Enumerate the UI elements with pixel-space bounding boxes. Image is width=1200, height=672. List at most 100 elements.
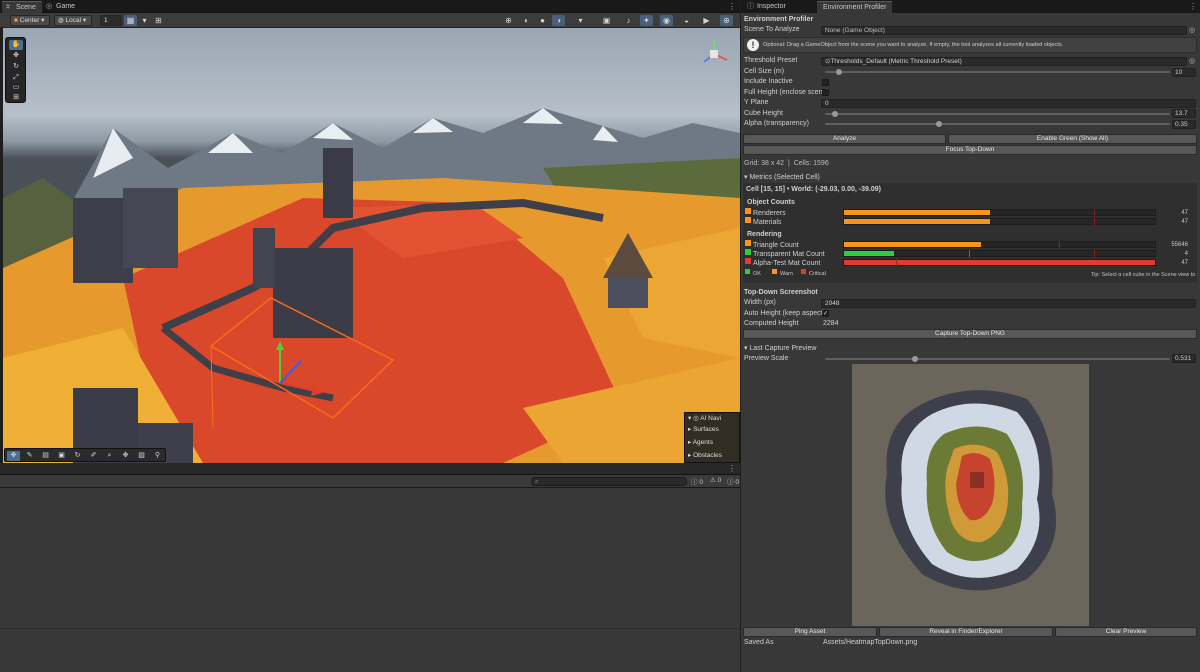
move-tool-icon[interactable]: ✥	[9, 51, 23, 61]
alpha-slider[interactable]	[825, 123, 1170, 125]
preview-scale-slider-handle[interactable]	[911, 356, 918, 362]
preview-scale-field[interactable]: 0.531	[1172, 354, 1196, 363]
grid-snap-icon[interactable]: ▦	[124, 15, 137, 26]
ai-item-agents[interactable]: ▸ Agents	[688, 438, 713, 446]
include-inactive-checkbox[interactable]	[822, 79, 829, 86]
visibility-icon[interactable]: ◉	[660, 15, 673, 26]
console-menu-icon[interactable]: ⋮	[728, 464, 736, 473]
snap-value-field[interactable]: 1	[100, 15, 122, 26]
increment-snap-icon[interactable]: ⊞	[152, 15, 165, 26]
link-icon[interactable]: ⚲	[151, 451, 164, 461]
gizmo-settings-icon[interactable]: ⊕	[720, 15, 733, 26]
space-label: Local	[65, 17, 82, 24]
last-capture-foldout[interactable]: ▾ Last Capture Preview	[744, 344, 816, 352]
cell-size-slider-handle[interactable]	[835, 69, 842, 75]
metric-label: Transparent Mat Count	[753, 251, 825, 258]
tile-icon[interactable]: ▣	[55, 451, 68, 461]
full-height-label: Full Height (enclose scene)	[744, 89, 829, 96]
pivot-icon: ■	[14, 17, 18, 24]
lighting-icon[interactable]: ◑	[552, 15, 565, 26]
rendering-heading: Rendering	[747, 231, 782, 238]
image-icon[interactable]: ▨	[135, 451, 148, 461]
cell-size-field[interactable]: 10	[1172, 68, 1196, 77]
tab-scene[interactable]: # Scene	[2, 1, 42, 13]
width-label: Width (px)	[744, 299, 776, 306]
edit-icon[interactable]: ✎	[23, 451, 36, 461]
transform-tool-icon[interactable]: ⊞	[9, 93, 23, 103]
warning-count-value: 0	[717, 477, 722, 484]
more-options-icon[interactable]: ⋮	[728, 2, 736, 11]
orientation-gizmo[interactable]	[696, 36, 732, 72]
y-plane-field[interactable]: 0	[821, 99, 1196, 108]
auto-height-checkbox[interactable]: ✓	[822, 310, 829, 317]
object-picker-icon[interactable]: ◎	[1189, 26, 1195, 34]
metric-bar	[843, 250, 1156, 257]
metrics-foldout[interactable]: ▾ Metrics (Selected Cell)	[744, 173, 820, 181]
object-picker-icon[interactable]: ◎	[1189, 57, 1195, 65]
preview-scale-slider[interactable]	[825, 358, 1170, 360]
search-icon: ⌕	[535, 479, 539, 485]
gamepad-icon: ◎	[46, 3, 53, 10]
cube-height-slider[interactable]	[825, 113, 1170, 115]
metric-label: Triangle Count	[753, 242, 799, 249]
metric-label: Materials	[753, 219, 782, 226]
scene-to-analyze-field[interactable]: None (Game Object)	[821, 26, 1187, 35]
zoom-icon[interactable]: ⌕	[103, 451, 116, 461]
pan-icon[interactable]: ✥	[119, 451, 132, 461]
space-dropdown[interactable]: ◍ Local ▾	[54, 15, 92, 26]
info-count[interactable]: ⓘ 0	[691, 476, 703, 486]
screenshot-heading: Top-Down Screenshot	[744, 289, 818, 296]
warning-count[interactable]: ⚠ 0	[710, 476, 721, 484]
layers-icon[interactable]: ▤	[39, 451, 52, 461]
scene-toolbar: ■ Center ▾ ◍ Local ▾ 1 ▦ ▾ ⊞ ⊕ ◐ ● ◑ ▾ ▣…	[0, 13, 740, 28]
cube-height-field[interactable]: 13.7	[1172, 109, 1196, 118]
pivot-label: Center	[19, 17, 40, 24]
hidden-objects-icon[interactable]: ◒	[680, 15, 693, 26]
panel-menu-icon[interactable]: ⋮	[1189, 2, 1197, 11]
metric-label: Renderers	[753, 210, 786, 217]
enable-green-button[interactable]: Enable Green (Show All)	[948, 134, 1197, 144]
alpha-field[interactable]: 0.35	[1172, 120, 1196, 129]
ai-item-obstacles[interactable]: ▸ Obstacles	[688, 451, 722, 459]
capture-button[interactable]: Capture Top-Down PNG	[743, 329, 1197, 339]
width-field[interactable]: 2048	[821, 299, 1196, 308]
hand-tool-icon[interactable]: ✋	[9, 40, 23, 50]
ping-asset-button[interactable]: Ping Asset	[743, 627, 877, 637]
metric-value: 47	[1181, 260, 1188, 266]
brush-icon[interactable]: ✐	[87, 451, 100, 461]
2d-icon[interactable]: ▣	[600, 15, 613, 26]
analyze-button[interactable]: Analyze	[743, 134, 946, 144]
tab-environment-profiler[interactable]: Environment Profiler	[817, 1, 893, 13]
console-search-input[interactable]: ⌕	[531, 477, 687, 486]
camera-settings-icon[interactable]: ▶	[700, 15, 713, 26]
error-count[interactable]: ⓘ 0	[727, 476, 739, 486]
tab-inspector[interactable]: ⓘ Inspector	[743, 1, 792, 13]
scale-tool-icon[interactable]: ⤢	[9, 73, 23, 83]
reveal-button[interactable]: Reveal in Finder/Explorer	[879, 627, 1053, 637]
rotate-tool-icon[interactable]: ↻	[9, 62, 23, 72]
shaded-mode-icon[interactable]: ◐	[520, 15, 533, 26]
focus-top-down-button[interactable]: Focus Top-Down	[743, 145, 1197, 155]
scene-viewport[interactable]	[3, 28, 740, 463]
critical-swatch	[801, 269, 806, 274]
draw-mode-icon[interactable]: ●	[536, 15, 549, 26]
full-height-checkbox[interactable]	[822, 89, 829, 96]
legend-warn: Warn	[780, 271, 793, 277]
audio-mute-icon[interactable]: ♪	[622, 15, 635, 26]
ai-item-surfaces[interactable]: ▸ Surfaces	[688, 425, 719, 433]
orientation-gizmo-icon[interactable]: ⊕	[502, 15, 515, 26]
pivot-dropdown[interactable]: ■ Center ▾	[10, 15, 50, 26]
ai-navigation-header[interactable]: ▾ ◎ AI Navi	[688, 414, 721, 422]
move-icon[interactable]: ✥	[7, 451, 20, 461]
rect-tool-icon[interactable]: ▭	[9, 83, 23, 93]
gizmos-toggle-icon[interactable]: ▾	[574, 15, 587, 26]
alpha-slider-handle[interactable]	[935, 121, 942, 127]
grid-snap-dropdown-icon[interactable]: ▾	[138, 15, 151, 26]
clear-preview-button[interactable]: Clear Preview	[1055, 627, 1197, 637]
cell-size-slider[interactable]	[825, 71, 1170, 73]
threshold-preset-field[interactable]: ⊙Thresholds_Default (Metric Threshold Pr…	[821, 57, 1187, 66]
transform-tools-overlay: ✋ ✥ ↻ ⤢ ▭ ⊞	[5, 37, 26, 103]
cycle-icon[interactable]: ↻	[71, 451, 84, 461]
effects-icon[interactable]: ✦	[640, 15, 653, 26]
tab-game[interactable]: ◎ Game	[42, 1, 81, 13]
